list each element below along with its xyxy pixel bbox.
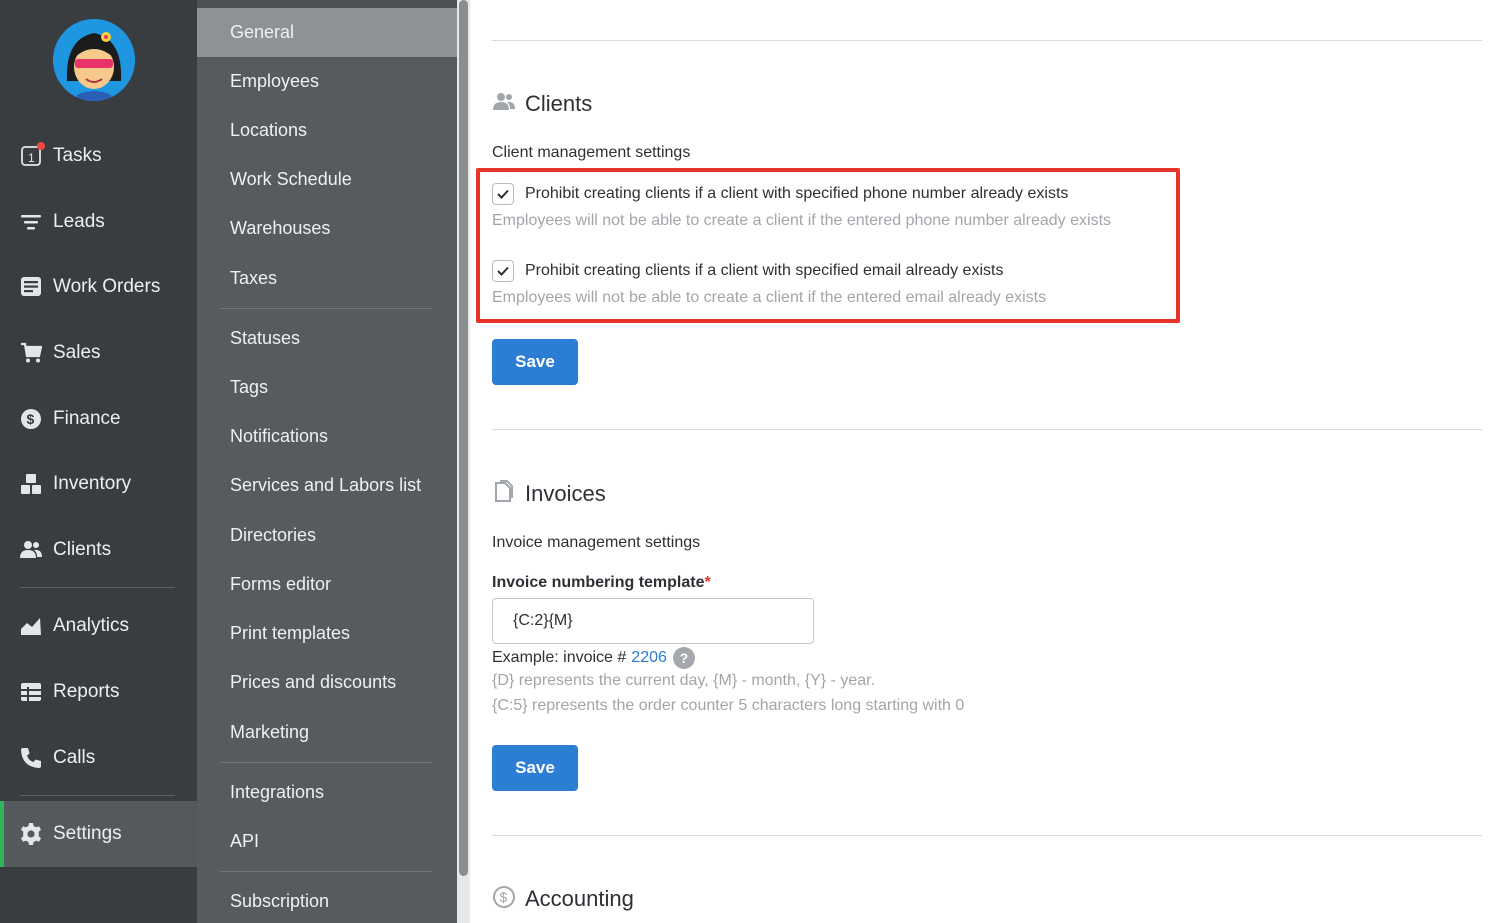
settings-item-forms-editor[interactable]: Forms editor <box>230 574 331 595</box>
dollar-icon: $ <box>492 885 516 909</box>
clients-section-subtitle: Client management settings <box>492 144 691 161</box>
settings-menu: General Employees Locations Work Schedul… <box>197 0 457 923</box>
settings-menu-scroll-thumb[interactable] <box>459 0 468 876</box>
nav-label-work-orders: Work Orders <box>53 276 161 297</box>
invoice-example-number: 2206 <box>631 649 667 666</box>
nav-label-finance: Finance <box>53 408 121 429</box>
reports-icon <box>20 681 42 703</box>
nav-item-settings[interactable]: Settings <box>0 812 197 856</box>
settings-menu-divider <box>220 871 432 872</box>
prohibit-duplicate-phone-checkbox[interactable] <box>492 183 514 205</box>
nav-label-analytics: Analytics <box>53 615 130 636</box>
prohibit-duplicate-phone-label[interactable]: Prohibit creating clients if a client wi… <box>525 185 1068 203</box>
invoices-section-title: Invoices <box>525 481 606 506</box>
settings-item-prices-discounts[interactable]: Prices and discounts <box>230 672 396 693</box>
settings-item-statuses[interactable]: Statuses <box>230 328 300 349</box>
settings-item-subscription[interactable]: Subscription <box>230 891 329 912</box>
main-nav: 1 Tasks Leads Work Orders Sales $ Financ… <box>0 0 197 923</box>
gear-icon <box>20 823 42 845</box>
nav-label-sales: Sales <box>53 342 101 363</box>
nav-item-sales[interactable]: Sales <box>0 331 197 375</box>
users-icon <box>20 539 42 561</box>
settings-item-general[interactable]: General <box>230 22 294 43</box>
dollar-icon: $ <box>20 408 42 430</box>
settings-menu-divider <box>220 308 432 309</box>
invoice-numbering-template-input[interactable] <box>492 598 814 644</box>
boxes-icon <box>20 473 42 495</box>
chart-icon <box>20 615 42 637</box>
avatar-icon <box>53 19 135 101</box>
accounting-section-title: Accounting <box>525 886 634 911</box>
svg-text:$: $ <box>500 889 508 905</box>
settings-item-directories[interactable]: Directories <box>230 525 316 546</box>
tasks-badge-count: 1 <box>28 151 35 165</box>
nav-label-reports: Reports <box>53 681 120 702</box>
nav-item-finance[interactable]: $ Finance <box>0 397 197 441</box>
prohibit-duplicate-phone-hint: Employees will not be able to create a c… <box>492 212 1112 229</box>
nav-divider <box>20 795 175 796</box>
prohibit-duplicate-email-checkbox[interactable] <box>492 260 514 282</box>
clients-save-button[interactable]: Save <box>492 339 578 385</box>
invoice-numbering-label: Invoice numbering template* <box>492 574 711 592</box>
settings-item-services-labors[interactable]: Services and Labors list <box>230 475 421 496</box>
check-icon <box>497 266 509 276</box>
user-avatar[interactable] <box>53 19 135 101</box>
invoice-example: Example: invoice # 2206 ? <box>492 647 695 669</box>
settings-item-work-schedule[interactable]: Work Schedule <box>230 169 352 190</box>
tasks-notification-dot <box>37 142 45 150</box>
invoice-example-prefix: Example: invoice # <box>492 649 627 666</box>
documents-icon <box>492 480 516 504</box>
section-divider <box>492 429 1482 430</box>
nav-item-reports[interactable]: Reports <box>0 670 197 714</box>
settings-item-integrations[interactable]: Integrations <box>230 782 324 803</box>
svg-text:$: $ <box>27 411 35 427</box>
invoices-section-subtitle: Invoice management settings <box>492 534 701 551</box>
nav-item-calls[interactable]: Calls <box>0 736 197 780</box>
settings-item-employees[interactable]: Employees <box>230 71 319 92</box>
users-icon <box>492 90 516 114</box>
work-orders-icon <box>20 276 42 298</box>
nav-item-inventory[interactable]: Inventory <box>0 462 197 506</box>
invoice-numbering-label-text: Invoice numbering template <box>492 574 705 591</box>
settings-item-locations[interactable]: Locations <box>230 120 307 141</box>
clients-section-title: Clients <box>525 91 593 116</box>
nav-item-clients[interactable]: Clients <box>0 528 197 572</box>
prohibit-duplicate-email-label[interactable]: Prohibit creating clients if a client wi… <box>525 262 1003 280</box>
nav-label-calls: Calls <box>53 747 96 768</box>
nav-item-tasks[interactable]: 1 Tasks <box>0 134 197 178</box>
invoices-save-button[interactable]: Save <box>492 745 578 791</box>
invoice-template-hint-1: {D} represents the current day, {M} - mo… <box>492 672 876 689</box>
nav-item-work-orders[interactable]: Work Orders <box>0 265 197 309</box>
settings-menu-top <box>197 0 457 8</box>
nav-label-tasks: Tasks <box>53 145 102 166</box>
prohibit-duplicate-email-hint: Employees will not be able to create a c… <box>492 289 1047 306</box>
nav-label-leads: Leads <box>53 211 105 232</box>
nav-label-clients: Clients <box>53 539 112 560</box>
required-mark: * <box>704 574 711 591</box>
nav-divider <box>20 587 175 588</box>
nav-item-leads[interactable]: Leads <box>0 200 197 244</box>
invoice-template-hint-2: {C:5} represents the order counter 5 cha… <box>492 697 965 714</box>
settings-content: Clients Client management settings Prohi… <box>470 0 1500 923</box>
help-icon[interactable]: ? <box>672 647 695 669</box>
settings-item-taxes[interactable]: Taxes <box>230 268 277 289</box>
settings-item-tags[interactable]: Tags <box>230 377 268 398</box>
settings-item-notifications[interactable]: Notifications <box>230 426 328 447</box>
settings-item-marketing[interactable]: Marketing <box>230 722 309 743</box>
filter-icon <box>20 211 42 233</box>
phone-icon <box>20 747 42 769</box>
settings-item-api[interactable]: API <box>230 831 259 852</box>
cart-icon <box>20 342 42 364</box>
section-divider <box>492 40 1482 41</box>
nav-item-analytics[interactable]: Analytics <box>0 604 197 648</box>
check-icon <box>497 189 509 199</box>
settings-item-print-templates[interactable]: Print templates <box>230 623 350 644</box>
settings-menu-divider <box>220 762 432 763</box>
section-divider <box>492 835 1482 836</box>
nav-label-inventory: Inventory <box>53 473 132 494</box>
nav-label-settings: Settings <box>53 823 122 844</box>
settings-item-warehouses[interactable]: Warehouses <box>230 218 330 239</box>
